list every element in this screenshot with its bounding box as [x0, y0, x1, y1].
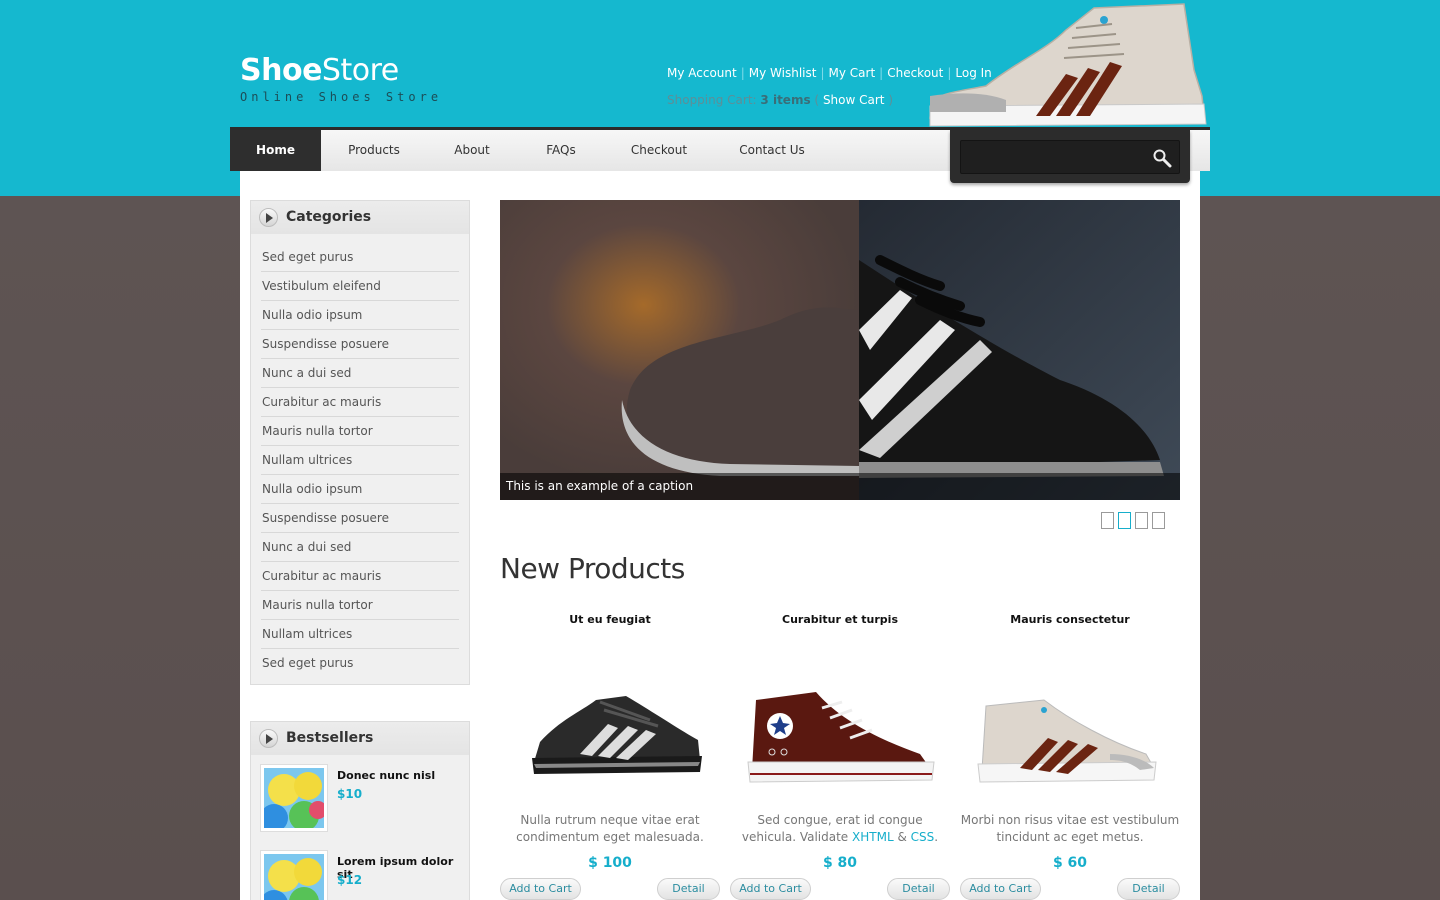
- bestseller-name[interactable]: Donec nunc nisl: [337, 769, 435, 782]
- category-item[interactable]: Suspendisse posuere: [261, 330, 459, 359]
- categories-box: Categories Sed eget purus Vestibulum ele…: [250, 200, 470, 685]
- image-slider[interactable]: This is an example of a caption: [500, 200, 1180, 500]
- category-item[interactable]: Suspendisse posuere: [261, 504, 459, 533]
- product-image[interactable]: [500, 650, 720, 800]
- red-sneaker-image: [747, 692, 935, 783]
- detail-button[interactable]: Detail: [1117, 878, 1180, 900]
- product-image[interactable]: [730, 650, 950, 800]
- detail-button[interactable]: Detail: [887, 878, 950, 900]
- product-name[interactable]: Mauris consectetur: [960, 613, 1180, 626]
- shopping-cart-summary: Shopping Cart: 3 items ( Show Cart ): [667, 93, 893, 107]
- nav-products[interactable]: Products: [321, 130, 427, 171]
- product-card: Mauris consectetur Morbi non risus vitae…: [960, 612, 1180, 871]
- product-description: Sed congue, erat id congue vehicula. Val…: [730, 812, 950, 846]
- cart-item-count: 3 items: [760, 93, 811, 107]
- search-box: [950, 130, 1190, 183]
- my-cart-link[interactable]: My Cart: [829, 66, 876, 80]
- bestsellers-box: Bestsellers Donec nunc nisl $10 Lorem ip…: [250, 721, 470, 900]
- nav-checkout[interactable]: Checkout: [605, 130, 713, 171]
- category-item[interactable]: Mauris nulla tortor: [261, 591, 459, 620]
- nav-home[interactable]: Home: [230, 130, 321, 171]
- my-account-link[interactable]: My Account: [667, 66, 737, 80]
- bestseller-price: $10: [337, 787, 363, 801]
- xhtml-link[interactable]: XHTML: [852, 830, 894, 844]
- period: .: [934, 830, 939, 844]
- separator: |: [879, 66, 884, 80]
- add-to-cart-button[interactable]: Add to Cart: [730, 878, 811, 900]
- caption-bar: [859, 473, 1180, 500]
- categories-header: Categories: [251, 201, 469, 234]
- separator: |: [820, 66, 825, 80]
- logo[interactable]: ShoeStore Online Shoes Store: [240, 54, 443, 105]
- add-to-cart-button[interactable]: Add to Cart: [500, 878, 581, 900]
- category-item[interactable]: Nulla odio ipsum: [261, 301, 459, 330]
- nav-contact-us[interactable]: Contact Us: [713, 130, 831, 171]
- slide-dot-3[interactable]: [1135, 512, 1148, 529]
- beige-sneaker-image: [977, 699, 1157, 783]
- category-list: Sed eget purus Vestibulum eleifend Nulla…: [251, 234, 469, 688]
- add-to-cart-button[interactable]: Add to Cart: [960, 878, 1041, 900]
- slider-image: [500, 200, 1180, 500]
- categories-title: Categories: [286, 209, 372, 225]
- slider-caption: This is an example of a caption: [500, 473, 859, 500]
- detail-button[interactable]: Detail: [657, 878, 720, 900]
- logo-tagline: Online Shoes Store: [240, 90, 443, 104]
- product-description: Nulla rutrum neque vitae erat condimentu…: [516, 813, 704, 844]
- category-item[interactable]: Nunc a dui sed: [261, 533, 459, 562]
- cart-paren-close: ): [888, 93, 894, 107]
- nav-faqs[interactable]: FAQs: [517, 130, 605, 171]
- bestsellers-title: Bestsellers: [286, 730, 374, 746]
- bestseller-item[interactable]: Lorem ipsum dolor sit $12: [251, 841, 469, 900]
- product-name[interactable]: Ut eu feugiat: [500, 613, 720, 626]
- category-item[interactable]: Nullam ultrices: [261, 446, 459, 475]
- bestseller-thumbnail[interactable]: [261, 765, 327, 831]
- cart-paren-open: (: [814, 93, 820, 107]
- separator: |: [740, 66, 745, 80]
- category-item[interactable]: Curabitur ac mauris: [261, 562, 459, 591]
- product-price: $ 100: [588, 855, 632, 871]
- slide-dot-4[interactable]: [1152, 512, 1165, 529]
- category-item[interactable]: Nullam ultrices: [261, 620, 459, 649]
- balloons-image: [264, 854, 324, 900]
- slide-dot-1[interactable]: [1101, 512, 1114, 529]
- search-input[interactable]: [960, 140, 1180, 174]
- product-price: $ 80: [822, 855, 858, 871]
- logo-light: Store: [321, 53, 399, 88]
- category-item[interactable]: Vestibulum eleifend: [261, 272, 459, 301]
- css-link[interactable]: CSS: [911, 830, 935, 844]
- new-products-title: New Products: [500, 552, 685, 585]
- bestseller-price: $12: [337, 873, 363, 887]
- bestseller-thumbnail[interactable]: [261, 851, 327, 900]
- product-image[interactable]: [960, 650, 1180, 800]
- play-arrow-icon: [259, 208, 278, 227]
- category-item[interactable]: Sed eget purus: [261, 243, 459, 272]
- category-item[interactable]: Curabitur ac mauris: [261, 388, 459, 417]
- logo-bold: Shoe: [240, 53, 322, 88]
- category-item[interactable]: Nulla odio ipsum: [261, 475, 459, 504]
- logo-title: ShoeStore: [240, 54, 442, 88]
- category-item[interactable]: Mauris nulla tortor: [261, 417, 459, 446]
- nav-about[interactable]: About: [427, 130, 517, 171]
- product-name[interactable]: Curabitur et turpis: [730, 613, 950, 626]
- product-card: Ut eu feugiat Nulla rutrum neque vitae e…: [500, 612, 720, 871]
- product-description: Morbi non risus vitae est vestibulum tin…: [960, 813, 1180, 844]
- product-card: Curabitur et turpis Sed congue, erat id …: [730, 612, 950, 871]
- play-arrow-icon: [259, 729, 278, 748]
- black-sneaker-image: [532, 696, 702, 774]
- ampersand: &: [893, 830, 911, 844]
- show-cart-link[interactable]: Show Cart: [823, 93, 885, 107]
- bestseller-item[interactable]: Donec nunc nisl $10: [251, 755, 469, 841]
- my-wishlist-link[interactable]: My Wishlist: [749, 66, 817, 80]
- category-item[interactable]: Nunc a dui sed: [261, 359, 459, 388]
- product-price: $ 60: [1052, 855, 1088, 871]
- search-icon[interactable]: [1152, 148, 1172, 168]
- header-shoe-image: [929, 3, 1207, 127]
- slide-dot-2[interactable]: [1118, 512, 1131, 529]
- balloons-image: [264, 768, 324, 828]
- category-item[interactable]: Sed eget purus: [261, 649, 459, 678]
- cart-label: Shopping Cart:: [667, 93, 757, 107]
- bestsellers-header: Bestsellers: [251, 722, 469, 755]
